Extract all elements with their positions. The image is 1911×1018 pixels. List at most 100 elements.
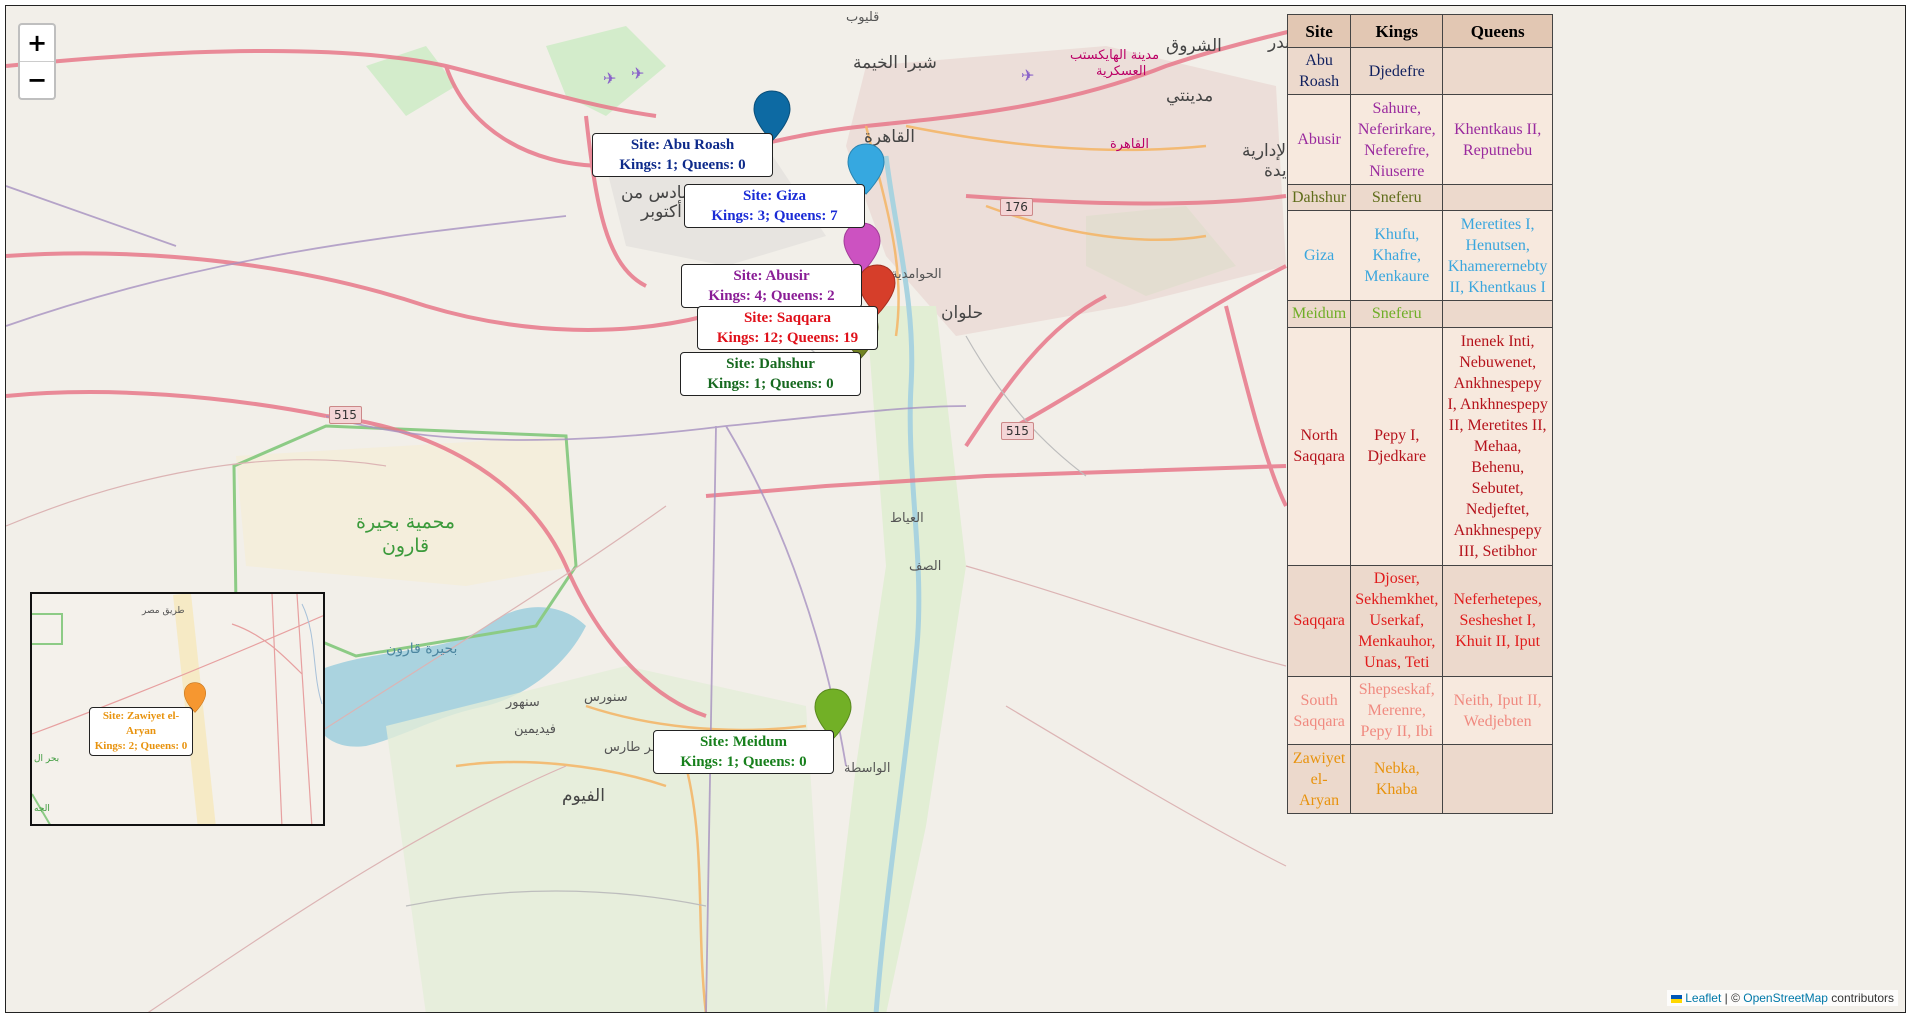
table-cell-kings: Sneferu (1350, 184, 1444, 212)
zoom-control: + − (18, 23, 56, 100)
map-label-military-city-2: العسكرية (1096, 64, 1147, 79)
table-cell-site: Zawiyet el-Aryan (1286, 744, 1352, 814)
attribution-suffix: contributors (1827, 991, 1894, 1005)
table-cell-queens (1442, 300, 1553, 328)
popup-site: Site: Abu Roash (630, 137, 735, 153)
map-attribution: Leaflet | © OpenStreetMap contributors (1666, 990, 1898, 1006)
table-cell-kings: Shepseskaf, Merenre, Pepy II, Ibi (1350, 675, 1444, 746)
popup-site: Site: Saqqara (743, 310, 832, 326)
inset-label-road: طريق مصر (142, 606, 185, 616)
popup-saqqara: Site: Saqqara Kings: 12; Queens: 19 (697, 306, 878, 350)
map-label-helwan: حلوان (941, 303, 984, 323)
popup-site: Site: Dahshur (726, 356, 815, 372)
zoom-in-button[interactable]: + (20, 25, 54, 61)
popup-zawiyet-el-aryan: Site: Zawiyet el-Aryan Kings: 2; Queens:… (89, 707, 193, 756)
popup-counts: Kings: 12; Queens: 19 (716, 330, 859, 346)
attribution-separator: | © (1721, 991, 1744, 1005)
map-label-wasta: الواسطة (844, 761, 891, 776)
table-row: Abu Roash Djedefre (1286, 46, 1553, 96)
popup-counts: Kings: 1; Queens: 0 (619, 157, 746, 173)
table-cell-queens: Neith, Iput II, Wedjebten (1442, 675, 1553, 746)
table-cell-queens: Neferhetepes, Sesheshet I, Khuit II, Ipu… (1442, 564, 1553, 677)
popup-counts: Kings: 1; Queens: 0 (680, 754, 807, 770)
table-row: Giza Khufu, Khafre, Menkaure Meretites I, … (1286, 210, 1553, 302)
map-label-reserve-line-2: قارون (381, 535, 430, 557)
map-label-military-city-1: مدينة الهايكستب (1070, 48, 1160, 63)
popup-dahshur: Site: Dahshur Kings: 1; Queens: 0 (680, 352, 861, 396)
map-label-fidimin: فيديمين (514, 722, 556, 737)
table-cell-kings: Khufu, Khafre, Menkaure (1350, 210, 1444, 302)
table-cell-site: North Saqqara (1286, 326, 1352, 566)
map-label-saf: الصف (909, 559, 942, 574)
table-cell-site: Abu Roash (1286, 46, 1352, 96)
table-cell-kings: Djedefre (1350, 46, 1444, 96)
table-row: Saqqara Djoser, Sekhemkhet, Userkaf, Menk… (1286, 564, 1553, 677)
table-cell-queens: Inenek Inti, Nebuwenet, Ankhnespepy I, A… (1442, 326, 1553, 566)
base-map (6, 14, 1446, 1012)
table-row: Dahshur Sneferu (1286, 184, 1553, 212)
table-cell-site: Dahshur (1286, 184, 1352, 212)
table-cell-kings: Djoser, Sekhemkhet, Userkaf, Menkauhor, … (1350, 564, 1444, 677)
table-row: Zawiyet el-Aryan Nebka, Khaba (1286, 744, 1553, 814)
inset-label-left-2: الجه (34, 804, 50, 814)
table-cell-kings: Sahure, Neferirkare, Neferefre, Niuserre (1350, 94, 1444, 186)
airport-icon: ✈ (1021, 66, 1035, 85)
table-cell-site: South Saqqara (1286, 675, 1352, 746)
column-header-kings: Kings (1350, 14, 1444, 48)
popup-site: Site: Abusir (733, 268, 810, 284)
table-cell-site: Giza (1286, 210, 1352, 302)
inset-label-left-1: بحر ال (34, 754, 60, 764)
map-label-lake: بحيرة قارون (386, 641, 458, 657)
table-cell-queens (1442, 46, 1553, 96)
map-label-reserve: محمية بحيرة قارون (356, 510, 455, 558)
ukraine-flag-icon (1670, 994, 1682, 1003)
airport-icon: ✈ (631, 64, 645, 83)
inset-map[interactable]: طريق مصر بحر ال الجه Site: Zawiyet el-Ar… (30, 592, 325, 826)
table-cell-site: Abusir (1286, 94, 1352, 186)
table-cell-queens (1442, 184, 1553, 212)
popup-counts: Kings: 4; Queens: 2 (708, 288, 835, 304)
map-label-new-capital-1: الإدارية (1242, 141, 1291, 161)
road-shield-176: 176 (1000, 198, 1033, 216)
map-label-madinaty: مدينتي (1166, 86, 1214, 106)
table-cell-kings: Sneferu (1350, 300, 1444, 328)
popup-abusir: Site: Abusir Kings: 4; Queens: 2 (681, 264, 862, 308)
table-cell-queens: Khentkaus II, Reputnebu (1442, 94, 1553, 186)
popup-site: Site: Giza (743, 188, 806, 204)
map-label-sinnuris: سنورس (584, 690, 628, 705)
zoom-out-button[interactable]: − (20, 61, 54, 98)
table-row: South Saqqara Shepseskaf, Merenre, Pepy I… (1286, 675, 1553, 746)
map-label-reserve-line-1: محمية بحيرة (356, 511, 456, 533)
popup-meidum: Site: Meidum Kings: 1; Queens: 0 (653, 730, 834, 774)
road-shield-515-west: 515 (329, 406, 362, 424)
table-row: Abusir Sahure, Neferirkare, Neferefre, Ni… (1286, 94, 1553, 186)
table-cell-kings: Pepy I, Djedkare (1350, 326, 1444, 566)
map-label-hawamdiya: الحوامدية (891, 267, 942, 282)
map-label-cairo-east: القاهرة (1110, 137, 1149, 152)
map-label-sanhur: سنهور (506, 695, 540, 710)
popup-counts: Kings: 2; Queens: 0 (94, 740, 188, 752)
popup-counts: Kings: 3; Queens: 7 (711, 208, 838, 224)
table-row: Meidum Sneferu (1286, 300, 1553, 328)
map-label-sixth-october-2: أكتوبر (641, 202, 682, 222)
table-cell-queens: Meretites I, Henutsen, Khamerernebty II,… (1442, 210, 1553, 302)
map-label-ayat: العياط (890, 511, 924, 526)
map-container[interactable]: قليوب شبرا الخيمة القاهرة القاهرة السادس… (5, 5, 1906, 1013)
map-label-fayoum: الفيوم (562, 786, 605, 806)
table-cell-queens (1442, 744, 1553, 814)
popup-giza: Site: Giza Kings: 3; Queens: 7 (684, 184, 865, 228)
site-table-panel: Site Kings Queens Abu Roash Djedefre Abusi… (1286, 14, 1553, 814)
table-cell-site: Saqqara (1286, 564, 1352, 677)
table-cell-site: Meidum (1286, 300, 1352, 328)
popup-site: Site: Meidum (699, 734, 788, 750)
map-label-shorouk: الشروق (1166, 36, 1222, 56)
column-header-site: Site (1286, 14, 1352, 48)
road-shield-515-east: 515 (1001, 422, 1034, 440)
osm-link[interactable]: OpenStreetMap (1743, 991, 1828, 1005)
airport-icon: ✈ (603, 69, 617, 88)
site-table: Site Kings Queens Abu Roash Djedefre Abusi… (1286, 14, 1553, 814)
popup-counts: Kings: 1; Queens: 0 (707, 376, 834, 392)
map-label-shubra: شبرا الخيمة (853, 53, 937, 73)
leaflet-link[interactable]: Leaflet (1685, 991, 1721, 1005)
table-row: North Saqqara Pepy I, Djedkare Inenek Inti… (1286, 326, 1553, 566)
